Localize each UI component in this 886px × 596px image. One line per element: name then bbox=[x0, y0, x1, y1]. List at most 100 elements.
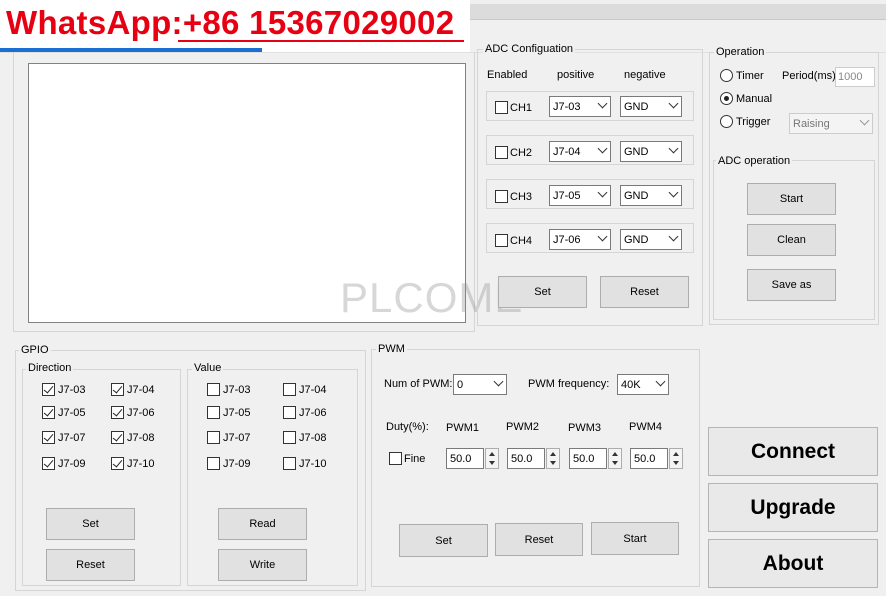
whatsapp-text: WhatsApp:+86 15367029002 bbox=[6, 4, 455, 41]
gpio-read-button[interactable]: Read bbox=[218, 508, 307, 540]
dir-j7-06-checkbox[interactable] bbox=[111, 406, 124, 419]
fine-label: Fine bbox=[404, 453, 426, 465]
trigger-label: Trigger bbox=[736, 116, 771, 128]
pwm2-spinner[interactable] bbox=[546, 448, 560, 469]
val-j7-04-label: J7-04 bbox=[299, 384, 327, 396]
dir-j7-03-checkbox[interactable] bbox=[42, 383, 55, 396]
ch2-positive-select[interactable]: J7-04 bbox=[549, 141, 611, 162]
ch2-checkbox[interactable] bbox=[495, 146, 508, 159]
ch4-negative-select[interactable]: GND bbox=[620, 229, 682, 250]
ch3-positive-select[interactable]: J7-05 bbox=[549, 185, 611, 206]
ch4-label: CH4 bbox=[510, 235, 533, 247]
dir-j7-07-checkbox[interactable] bbox=[42, 431, 55, 444]
val-j7-08-label: J7-08 bbox=[299, 432, 327, 444]
adc-config-reset-button[interactable]: Reset bbox=[600, 276, 689, 308]
val-j7-10-label: J7-10 bbox=[299, 458, 327, 470]
pwm3-label: PWM3 bbox=[568, 422, 601, 434]
col-negative-label: negative bbox=[624, 69, 666, 81]
dir-j7-04-label: J7-04 bbox=[127, 384, 155, 396]
pwm-frequency-select[interactable]: 40K bbox=[617, 374, 669, 395]
val-j7-08-checkbox[interactable] bbox=[283, 431, 296, 444]
ch4-positive-select[interactable]: J7-06 bbox=[549, 229, 611, 250]
val-j7-06-label: J7-06 bbox=[299, 407, 327, 419]
dir-j7-08-checkbox[interactable] bbox=[111, 431, 124, 444]
pwm2-label: PWM2 bbox=[506, 421, 539, 433]
ch4-checkbox[interactable] bbox=[495, 234, 508, 247]
dir-j7-10-checkbox[interactable] bbox=[111, 457, 124, 470]
trigger-mode-select[interactable]: Raising bbox=[789, 113, 873, 134]
val-j7-03-checkbox[interactable] bbox=[207, 383, 220, 396]
ch1-checkbox[interactable] bbox=[495, 101, 508, 114]
num-pwm-select[interactable]: 0 bbox=[453, 374, 507, 395]
pwm3-spinner[interactable] bbox=[608, 448, 622, 469]
val-j7-09-label: J7-09 bbox=[223, 458, 251, 470]
about-button[interactable]: About bbox=[708, 539, 878, 588]
whatsapp-underline-red bbox=[178, 40, 464, 42]
val-j7-06-checkbox[interactable] bbox=[283, 406, 296, 419]
pwm-title: PWM bbox=[376, 343, 407, 355]
gpio-reset-button[interactable]: Reset bbox=[46, 549, 135, 581]
chevron-down-icon bbox=[668, 98, 679, 109]
chevron-down-icon bbox=[597, 231, 608, 242]
ch3-negative-select[interactable]: GND bbox=[620, 185, 682, 206]
operation-title: Operation bbox=[714, 46, 767, 58]
pwm-reset-button[interactable]: Reset bbox=[495, 523, 583, 556]
dir-j7-07-label: J7-07 bbox=[58, 432, 86, 444]
val-j7-07-checkbox[interactable] bbox=[207, 431, 220, 444]
adc-clean-button[interactable]: Clean bbox=[747, 224, 836, 256]
dir-j7-04-checkbox[interactable] bbox=[111, 383, 124, 396]
pwm1-label: PWM1 bbox=[446, 422, 479, 434]
chevron-down-icon bbox=[668, 187, 679, 198]
pwm4-duty-input[interactable]: 50.0 bbox=[630, 448, 668, 469]
chevron-down-icon bbox=[493, 376, 504, 387]
val-j7-07-label: J7-07 bbox=[223, 432, 251, 444]
ch2-label: CH2 bbox=[510, 147, 533, 159]
period-input[interactable]: 1000 bbox=[835, 67, 875, 87]
ch1-positive-select[interactable]: J7-03 bbox=[549, 96, 611, 117]
chevron-down-icon bbox=[668, 231, 679, 242]
manual-radio[interactable] bbox=[720, 92, 733, 105]
adc-config-set-button[interactable]: Set bbox=[498, 276, 587, 308]
chevron-down-icon bbox=[668, 143, 679, 154]
gpio-write-button[interactable]: Write bbox=[218, 549, 307, 581]
ch1-label: CH1 bbox=[510, 102, 533, 114]
pwm4-label: PWM4 bbox=[629, 421, 662, 433]
dir-j7-09-checkbox[interactable] bbox=[42, 457, 55, 470]
direction-title: Direction bbox=[26, 362, 74, 374]
gpio-set-button[interactable]: Set bbox=[46, 508, 135, 540]
dir-j7-05-label: J7-05 bbox=[58, 407, 86, 419]
adc-start-button[interactable]: Start bbox=[747, 183, 836, 215]
val-j7-05-label: J7-05 bbox=[223, 407, 251, 419]
top-strip bbox=[470, 4, 886, 20]
dir-j7-05-checkbox[interactable] bbox=[42, 406, 55, 419]
pwm2-duty-input[interactable]: 50.0 bbox=[507, 448, 545, 469]
pwm-set-button[interactable]: Set bbox=[399, 524, 488, 557]
val-j7-05-checkbox[interactable] bbox=[207, 406, 220, 419]
value-title: Value bbox=[192, 362, 224, 374]
pwm1-duty-input[interactable]: 50.0 bbox=[446, 448, 484, 469]
whatsapp-watermark: WhatsApp:+86 15367029002 bbox=[0, 0, 470, 52]
timer-label: Timer bbox=[736, 70, 764, 82]
pwm1-spinner[interactable] bbox=[485, 448, 499, 469]
timer-radio[interactable] bbox=[720, 69, 733, 82]
adc-save-as-button[interactable]: Save as bbox=[747, 269, 836, 301]
upgrade-button[interactable]: Upgrade bbox=[708, 483, 878, 532]
ch1-negative-select[interactable]: GND bbox=[620, 96, 682, 117]
fine-checkbox[interactable] bbox=[389, 452, 402, 465]
dir-j7-09-label: J7-09 bbox=[58, 458, 86, 470]
ch3-label: CH3 bbox=[510, 191, 533, 203]
connect-button[interactable]: Connect bbox=[708, 427, 878, 476]
val-j7-09-checkbox[interactable] bbox=[207, 457, 220, 470]
pwm-start-button[interactable]: Start bbox=[591, 522, 679, 555]
pwm3-duty-input[interactable]: 50.0 bbox=[569, 448, 607, 469]
pwm4-spinner[interactable] bbox=[669, 448, 683, 469]
manual-label: Manual bbox=[736, 93, 773, 105]
ch2-negative-select[interactable]: GND bbox=[620, 141, 682, 162]
chevron-down-icon bbox=[655, 376, 666, 387]
trigger-radio[interactable] bbox=[720, 115, 733, 128]
val-j7-04-checkbox[interactable] bbox=[283, 383, 296, 396]
val-j7-10-checkbox[interactable] bbox=[283, 457, 296, 470]
ch3-checkbox[interactable] bbox=[495, 190, 508, 203]
col-positive-label: positive bbox=[557, 69, 595, 81]
pwm-frequency-label: PWM frequency: bbox=[528, 378, 610, 390]
